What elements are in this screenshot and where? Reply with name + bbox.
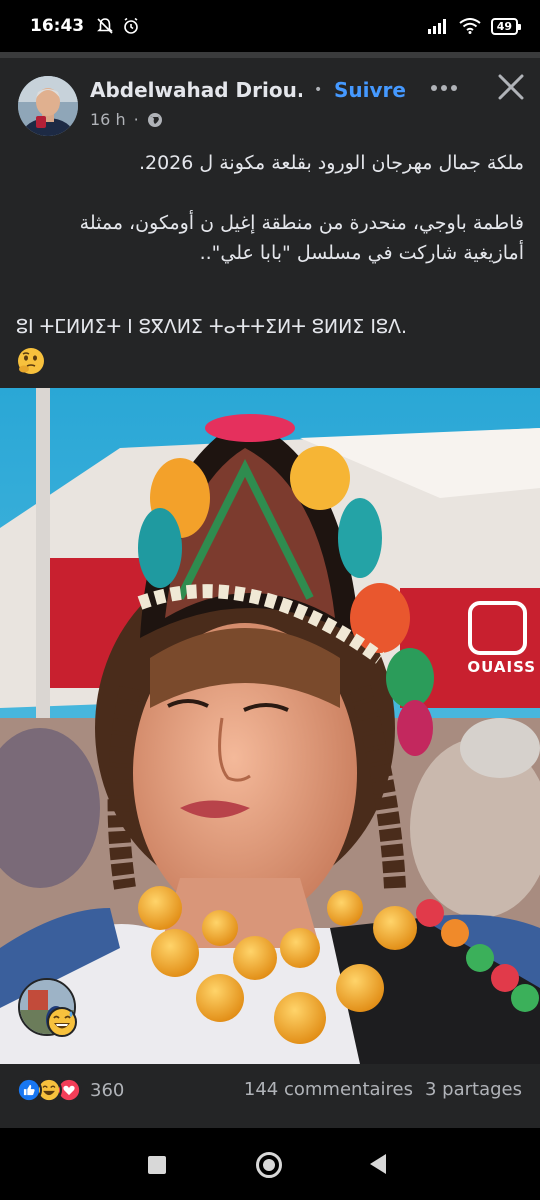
photo-watermark: OUAISS xyxy=(467,658,536,676)
post-body: ملكة جمال مهرجان الورود بقلعة مكونة ل 20… xyxy=(16,148,524,268)
post-photo[interactable]: OUAISS xyxy=(0,388,540,1064)
watermark-text: OUAISS xyxy=(467,658,536,676)
follow-button[interactable]: Suivre xyxy=(334,78,406,102)
globe-icon xyxy=(147,112,162,127)
dot-separator: · xyxy=(133,110,139,129)
recents-button[interactable] xyxy=(148,1156,166,1174)
post-text-line xyxy=(16,178,524,208)
battery-icon: 49 xyxy=(490,17,522,35)
shares-link[interactable]: 3 partages xyxy=(425,1076,522,1104)
post-card: Abdelwahad Driou... • Suivre 16 h · ملكة… xyxy=(0,52,540,1128)
status-time: 16:43 xyxy=(30,16,85,36)
author-avatar[interactable] xyxy=(18,76,78,136)
close-icon[interactable] xyxy=(494,70,528,104)
notifications-off-icon xyxy=(97,18,114,34)
reaction-count: 360 xyxy=(90,1079,125,1101)
author-name[interactable]: Abdelwahad Driou... xyxy=(90,78,302,102)
post-time: 16 h · xyxy=(90,110,163,129)
separator-dot: • xyxy=(314,82,323,98)
more-options-icon[interactable] xyxy=(426,74,462,102)
photo-illustration xyxy=(0,388,540,1064)
post-text-tifinagh: ⵓⵏ ⵜⵎⵍⵍⵉⵜ ⵏ ⵓⴳⴷⵍⵉ ⵜⴰⵜⵜⵉⵍⵜ ⵓⵍⵍⵉ ⵏⵓⴷ. xyxy=(16,316,408,338)
home-button[interactable] xyxy=(256,1152,282,1178)
comments-link[interactable]: 144 commentaires xyxy=(244,1076,413,1104)
reactions-summary[interactable]: 360 xyxy=(16,1076,124,1104)
signal-icon xyxy=(427,19,446,34)
grinning-sweat-icon xyxy=(47,1007,77,1037)
divider xyxy=(0,52,540,58)
wifi-icon xyxy=(459,18,481,34)
alarm-icon xyxy=(124,17,138,34)
post-text-line: أمازيغية شاركت في مسلسل "بابا علي".. xyxy=(199,242,524,264)
post-text-line: فاطمة باوجي، منحدرة من منطقة إغيل ن أومك… xyxy=(79,212,524,234)
post-header: Abdelwahad Driou... • Suivre 16 h · xyxy=(0,70,540,140)
post-text-line: ملكة جمال مهرجان الورود بقلعة مكونة ل 20… xyxy=(138,152,524,174)
thinking-face-icon xyxy=(18,348,44,374)
back-button[interactable] xyxy=(370,1154,386,1174)
system-nav-bar xyxy=(0,1128,540,1200)
engagement-stats: 144 commentaires 3 partages xyxy=(244,1076,522,1104)
status-bar: 16:43 49 xyxy=(0,0,540,52)
like-icon xyxy=(16,1077,42,1103)
post-timestamp: 16 h xyxy=(90,110,126,129)
